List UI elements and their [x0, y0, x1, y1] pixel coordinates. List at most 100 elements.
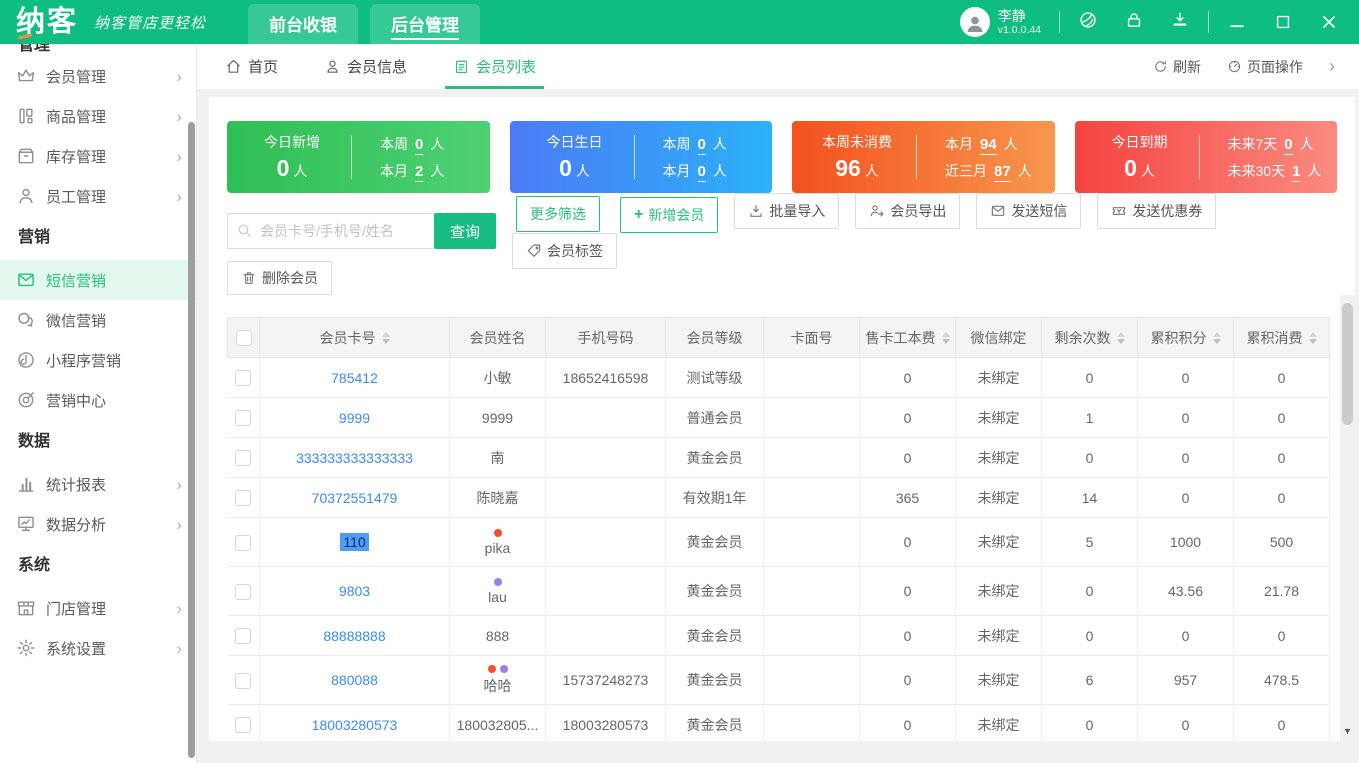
- sidebar-item-chart[interactable]: 统计报表 ›: [0, 464, 196, 504]
- cell-card-face: [763, 655, 860, 705]
- tab-home[interactable]: 首页: [225, 44, 278, 89]
- row-checkbox[interactable]: [235, 583, 252, 600]
- cell-checkbox: [227, 615, 260, 656]
- column-header[interactable]: 会员等级: [665, 317, 764, 358]
- sidebar-item-store[interactable]: 门店管理 ›: [0, 588, 196, 628]
- tab-member[interactable]: 会员信息: [324, 44, 407, 89]
- column-header[interactable]: 会员姓名: [449, 317, 546, 358]
- sidebar-item-sms[interactable]: 短信营销: [0, 260, 196, 300]
- sidebar-item-label: 统计报表: [46, 476, 107, 494]
- row-checkbox[interactable]: [235, 450, 252, 467]
- row-checkbox[interactable]: [235, 534, 252, 551]
- sidebar-item-label: 会员管理: [46, 68, 107, 86]
- cell-remaining: 6: [1041, 655, 1138, 705]
- column-header[interactable]: 微信绑定: [955, 317, 1042, 358]
- column-header-label: 卡面号: [790, 329, 833, 346]
- member-card-link[interactable]: 110: [340, 533, 369, 551]
- staff-icon: [16, 186, 36, 206]
- toolbar-button-export[interactable]: 会员导出: [855, 193, 961, 229]
- table-scrollbar-thumb[interactable]: [1342, 303, 1353, 425]
- member-card-link[interactable]: 9803: [339, 583, 370, 599]
- scroll-down-arrow-icon[interactable]: ▼: [1340, 726, 1355, 736]
- table-row: 18003280573 180032805... 18003280573 黄金会员 0 未…: [227, 704, 1330, 741]
- sidebar-item-target[interactable]: 营销中心: [0, 380, 196, 420]
- cell-phone: [545, 477, 666, 518]
- service-icon[interactable]: [1078, 10, 1098, 30]
- toolbar-button-tag[interactable]: 会员标签: [512, 233, 618, 269]
- tab-list[interactable]: 会员列表: [445, 44, 545, 89]
- query-button[interactable]: 查询: [434, 213, 497, 249]
- cell-remaining: 14: [1041, 477, 1138, 518]
- search-group: 查询: [227, 213, 497, 249]
- toolbar-button-import[interactable]: 批量导入: [734, 193, 840, 229]
- select-all-checkbox[interactable]: [235, 329, 252, 346]
- sms-icon: [16, 270, 36, 290]
- cell-level: 黄金会员: [665, 437, 764, 478]
- column-header[interactable]: 会员卡号: [259, 317, 450, 358]
- toolbar-button-g1[interactable]: + 新增会员: [620, 197, 719, 233]
- member-card-link[interactable]: 88888888: [323, 628, 385, 644]
- sidebar-item-crown[interactable]: 会员管理 ›: [0, 56, 196, 96]
- sidebar-item-monitor[interactable]: 数据分析 ›: [0, 504, 196, 544]
- page-actions-chevron-icon[interactable]: ›: [1329, 56, 1335, 77]
- column-header[interactable]: [227, 317, 260, 358]
- toolbar-button-sms[interactable]: 发送短信: [976, 193, 1082, 229]
- sidebar-item-gear[interactable]: 系统设置 ›: [0, 628, 196, 668]
- topnav-tab[interactable]: 前台收银: [248, 4, 359, 44]
- member-card-link[interactable]: 9999: [339, 410, 370, 426]
- member-card-link[interactable]: 880088: [331, 672, 378, 688]
- stat-card: 今日生日 0 人本周 0 人本月 0 人: [509, 121, 772, 193]
- download-icon[interactable]: [1170, 10, 1190, 30]
- row-checkbox[interactable]: [235, 370, 252, 387]
- cell-fee: 0: [859, 704, 956, 741]
- topnav-tab[interactable]: 后台管理: [370, 4, 481, 44]
- sidebar-item-label: 短信营销: [46, 272, 107, 290]
- action-gauge[interactable]: 页面操作: [1227, 57, 1303, 77]
- column-header[interactable]: 累积消费: [1233, 317, 1330, 358]
- minimize-icon[interactable]: [1227, 12, 1247, 32]
- row-checkbox[interactable]: [235, 717, 252, 734]
- delete-member-button[interactable]: 删除会员: [227, 261, 332, 295]
- tag-dots: [450, 664, 545, 673]
- close-icon[interactable]: [1319, 12, 1339, 32]
- row-checkbox[interactable]: [235, 628, 252, 645]
- row-checkbox[interactable]: [235, 490, 252, 507]
- chevron-right-icon: ›: [176, 186, 182, 206]
- search-input[interactable]: [227, 213, 434, 249]
- toolbar-button-coupon[interactable]: 发送优惠券: [1097, 193, 1217, 229]
- maximize-icon[interactable]: [1273, 12, 1293, 32]
- member-card-link[interactable]: 785412: [331, 370, 378, 386]
- member-name: 9999: [481, 409, 514, 426]
- button-label: 新增会员: [648, 207, 705, 223]
- button-label: 会员标签: [547, 243, 604, 259]
- column-header-label: 微信绑定: [970, 329, 1027, 346]
- row-checkbox[interactable]: [235, 672, 252, 689]
- lock-icon[interactable]: [1124, 10, 1144, 30]
- toolbar-button-g0[interactable]: 更多筛选: [516, 196, 601, 232]
- member-card-link[interactable]: 333333333333333: [296, 450, 413, 466]
- action-refresh[interactable]: 刷新: [1153, 57, 1201, 77]
- chevron-right-icon: ›: [176, 598, 182, 618]
- sidebar-item-box[interactable]: 库存管理 ›: [0, 136, 196, 176]
- member-card-link[interactable]: 70372551479: [312, 490, 398, 506]
- column-header[interactable]: 卡面号: [763, 317, 860, 358]
- sidebar-item-miniapp[interactable]: 小程序营销: [0, 340, 196, 380]
- column-header[interactable]: 售卡工本费: [859, 317, 956, 358]
- sidebar-scrollbar-thumb[interactable]: [188, 122, 195, 758]
- stat-card-value: 0人: [516, 155, 634, 182]
- column-header[interactable]: 剩余次数: [1041, 317, 1138, 358]
- member-card-link[interactable]: 18003280573: [312, 717, 398, 733]
- cell-checkbox: [227, 397, 260, 438]
- cell-consumed: 0: [1233, 437, 1330, 478]
- sidebar-item-wechat[interactable]: 微信营销: [0, 300, 196, 340]
- row-checkbox[interactable]: [235, 410, 252, 427]
- cell-remaining: 1: [1041, 397, 1138, 438]
- column-header-label: 会员等级: [686, 329, 743, 346]
- avatar[interactable]: [959, 7, 990, 37]
- sidebar-section-label: 管理: [18, 44, 51, 54]
- column-header[interactable]: 手机号码: [545, 317, 666, 358]
- column-header[interactable]: 累积积分: [1137, 317, 1234, 358]
- cell-card-no: 110: [259, 517, 450, 567]
- sidebar-item-staff[interactable]: 员工管理 ›: [0, 176, 196, 216]
- sidebar-item-goods[interactable]: 商品管理 ›: [0, 96, 196, 136]
